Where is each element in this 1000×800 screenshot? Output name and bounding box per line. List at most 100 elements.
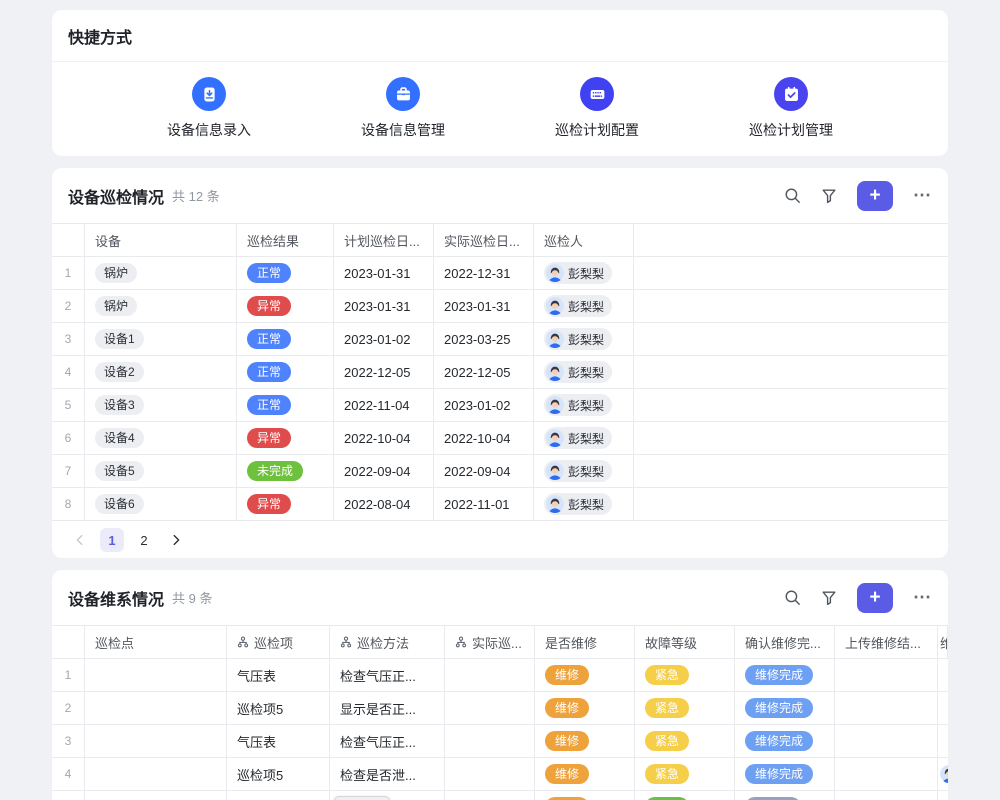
confirm-cell[interactable]: 维修完成 xyxy=(735,659,835,691)
column-header[interactable]: 实际巡... xyxy=(445,626,535,658)
item-cell[interactable]: 巡检项5 xyxy=(227,758,330,790)
column-header[interactable]: 上传维修结... xyxy=(835,626,938,658)
confirm-cell[interactable]: 维修完成 xyxy=(735,758,835,790)
repair-cell[interactable]: 维修 xyxy=(535,758,635,790)
actual-date-cell[interactable]: 2022-09-04 xyxy=(434,455,534,487)
more-menu-button[interactable]: ⋯ xyxy=(913,185,932,206)
planned-date-cell[interactable]: 2022-10-04 xyxy=(334,422,434,454)
point-cell[interactable] xyxy=(85,659,227,691)
extra-cell[interactable] xyxy=(938,659,948,691)
extra-cell[interactable] xyxy=(938,758,948,790)
device-cell[interactable]: 锅炉 xyxy=(85,290,237,322)
repair-cell[interactable]: 维修 xyxy=(535,725,635,757)
more-menu-button[interactable]: ⋯ xyxy=(913,587,932,608)
inspector-cell[interactable]: 彭梨梨 xyxy=(534,389,634,421)
result-cell[interactable]: 异常 xyxy=(237,422,334,454)
inspector-cell[interactable]: 彭梨梨 xyxy=(534,455,634,487)
search-button[interactable] xyxy=(784,187,801,204)
confirm-cell[interactable]: 维修完成 xyxy=(735,725,835,757)
device-cell[interactable]: 设备4 xyxy=(85,422,237,454)
upload-cell[interactable] xyxy=(835,692,938,724)
fault-level-cell[interactable]: 紧急 xyxy=(635,692,735,724)
prev-page-button[interactable] xyxy=(68,528,92,552)
table-row[interactable]: 4巡检项5检查是否泄...维修紧急维修完成 xyxy=(52,758,948,791)
item-cell[interactable]: 巡检项5 xyxy=(227,692,330,724)
extra-cell[interactable] xyxy=(938,692,948,724)
planned-date-cell[interactable]: 2023-01-02 xyxy=(334,323,434,355)
search-button[interactable] xyxy=(784,589,801,606)
confirm-cell[interactable]: 维修完成 xyxy=(735,692,835,724)
inspector-cell[interactable]: 彭梨梨 xyxy=(534,356,634,388)
repair-cell[interactable]: 维修 xyxy=(535,791,635,800)
table-row[interactable]: 2巡检项5显示是否正...维修紧急维修完成 xyxy=(52,692,948,725)
item-cell[interactable]: 气压表 xyxy=(227,725,330,757)
extra-cell[interactable] xyxy=(938,791,948,800)
shortcut-item[interactable]: 设备信息录入 xyxy=(139,77,279,140)
table-row[interactable]: 3设备1正常2023-01-022023-03-25彭梨梨 xyxy=(52,323,948,356)
planned-date-cell[interactable]: 2022-08-04 xyxy=(334,488,434,520)
actual-cell[interactable] xyxy=(445,791,535,800)
actual-date-cell[interactable]: 2023-03-25 xyxy=(434,323,534,355)
upload-cell[interactable] xyxy=(835,758,938,790)
column-header[interactable]: 计划巡检日... xyxy=(334,224,434,256)
add-record-button[interactable]: + xyxy=(857,583,893,613)
filter-button[interactable] xyxy=(821,590,837,606)
fault-level-cell[interactable]: 紧急 xyxy=(635,659,735,691)
actual-date-cell[interactable]: 2022-12-31 xyxy=(434,257,534,289)
method-cell[interactable]: 显示是否正... xyxy=(330,692,445,724)
shortcut-item[interactable]: 巡检计划配置 xyxy=(527,77,667,140)
result-cell[interactable]: 异常 xyxy=(237,488,334,520)
device-cell[interactable]: 设备1 xyxy=(85,323,237,355)
result-cell[interactable]: 正常 xyxy=(237,356,334,388)
point-cell[interactable] xyxy=(85,692,227,724)
item-cell[interactable]: 气压表 xyxy=(227,659,330,691)
point-cell[interactable] xyxy=(85,758,227,790)
table-row[interactable]: 2锅炉异常2023-01-312023-01-31彭梨梨 xyxy=(52,290,948,323)
repair-cell[interactable]: 维修 xyxy=(535,692,635,724)
confirm-cell[interactable]: 维修中 xyxy=(735,791,835,800)
device-cell[interactable]: 锅炉 xyxy=(85,257,237,289)
planned-date-cell[interactable]: 2022-12-05 xyxy=(334,356,434,388)
inspector-cell[interactable]: 彭梨梨 xyxy=(534,323,634,355)
actual-cell[interactable] xyxy=(445,725,535,757)
upload-cell[interactable] xyxy=(835,725,938,757)
upload-cell[interactable] xyxy=(835,659,938,691)
table-row[interactable]: 7设备5未完成2022-09-042022-09-04彭梨梨 xyxy=(52,455,948,488)
repair-cell[interactable]: 维修 xyxy=(535,659,635,691)
page-button[interactable]: 1 xyxy=(100,528,124,552)
column-header[interactable]: 维 xyxy=(938,626,948,658)
table-row[interactable]: 1锅炉正常2023-01-312022-12-31彭梨梨 xyxy=(52,257,948,290)
device-cell[interactable]: 设备6 xyxy=(85,488,237,520)
result-cell[interactable]: 正常 xyxy=(237,389,334,421)
column-header[interactable]: 巡检人 xyxy=(534,224,634,256)
table-row[interactable]: 4设备2正常2022-12-052022-12-05彭梨梨 xyxy=(52,356,948,389)
table-row[interactable]: 5巡检项5显示是否正...维修重要维修中 xyxy=(52,791,948,800)
device-cell[interactable]: 设备3 xyxy=(85,389,237,421)
fault-level-cell[interactable]: 紧急 xyxy=(635,725,735,757)
column-header[interactable]: 确认维修完... xyxy=(735,626,835,658)
planned-date-cell[interactable]: 2023-01-31 xyxy=(334,290,434,322)
result-cell[interactable]: 正常 xyxy=(237,257,334,289)
actual-cell[interactable] xyxy=(445,758,535,790)
actual-cell[interactable] xyxy=(445,692,535,724)
result-cell[interactable]: 未完成 xyxy=(237,455,334,487)
planned-date-cell[interactable]: 2022-09-04 xyxy=(334,455,434,487)
result-cell[interactable]: 异常 xyxy=(237,290,334,322)
inspector-cell[interactable]: 彭梨梨 xyxy=(534,422,634,454)
point-cell[interactable] xyxy=(85,791,227,800)
extra-cell[interactable] xyxy=(938,725,948,757)
table-row[interactable]: 3气压表检查气压正...维修紧急维修完成 xyxy=(52,725,948,758)
shortcut-item[interactable]: 设备信息管理 xyxy=(333,77,473,140)
table-row[interactable]: 5设备3正常2022-11-042023-01-02彭梨梨 xyxy=(52,389,948,422)
result-cell[interactable]: 正常 xyxy=(237,323,334,355)
add-record-button[interactable]: + xyxy=(857,181,893,211)
method-cell[interactable]: 检查是否泄... xyxy=(330,758,445,790)
next-page-button[interactable] xyxy=(164,528,188,552)
actual-date-cell[interactable]: 2022-12-05 xyxy=(434,356,534,388)
inspector-cell[interactable]: 彭梨梨 xyxy=(534,257,634,289)
method-cell[interactable]: 检查气压正... xyxy=(330,659,445,691)
upload-cell[interactable] xyxy=(835,791,938,800)
item-cell[interactable]: 巡检项5 xyxy=(227,791,330,800)
column-header[interactable]: 巡检项 xyxy=(227,626,330,658)
column-header[interactable]: 是否维修 xyxy=(535,626,635,658)
